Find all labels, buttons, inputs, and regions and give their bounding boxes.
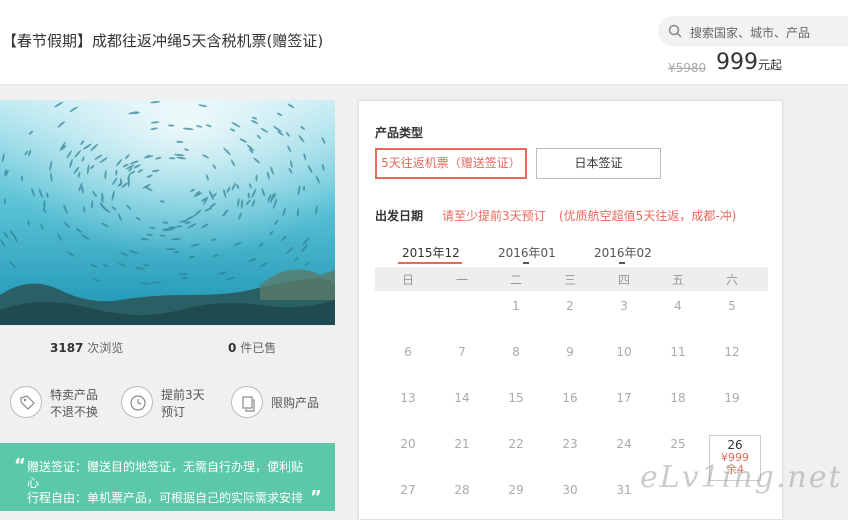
close-quote: ” xyxy=(310,487,322,508)
header-divider xyxy=(0,84,848,85)
weekday: 三 xyxy=(563,273,576,287)
calendar-day: 28 xyxy=(454,483,470,497)
calendar-day: 23 xyxy=(562,437,578,451)
tag-icon xyxy=(10,386,42,418)
search-icon xyxy=(668,24,682,38)
feature-line1: 特卖产品 xyxy=(50,388,99,402)
feature-text: 提前3天预订 xyxy=(161,387,205,421)
page-title: 【春节假期】成都往返冲绳5天含税机票(赠签证) xyxy=(2,32,324,50)
calendar-day: 18 xyxy=(670,391,686,405)
promo-line1: 赠送签证：赠送目的地签证，无需自行办理，便利贴 xyxy=(27,460,304,474)
price: 999元起 xyxy=(716,50,782,75)
clock-icon xyxy=(121,386,153,418)
calendar-day: 1 xyxy=(512,299,520,313)
open-quote: “ xyxy=(14,455,26,476)
promo-box: “ 赠送签证：赠送目的地签证，无需自行办理，便利贴 心 行程自由：单机票产品，可… xyxy=(0,443,335,511)
product-image xyxy=(0,100,335,325)
copy-icon xyxy=(231,386,263,418)
calendar-day: 17 xyxy=(616,391,632,405)
calendar-day: 24 xyxy=(616,437,632,451)
feature-line2: 预订 xyxy=(161,405,186,419)
calendar-day: 8 xyxy=(512,345,520,359)
promo-line2: 行程自由：单机票产品，可根据自己的实际需求安排 xyxy=(27,491,304,505)
booking-panel: 产品类型 5天往返机票（赠送签证） 日本签证 出发日期 请至少提前3天预订 (优… xyxy=(358,100,783,520)
sold-count: 0 xyxy=(228,341,237,355)
calendar-day: 11 xyxy=(670,345,686,359)
views-label: 次浏览 xyxy=(87,341,124,355)
feature-list: 特卖产品不退不换 提前3天预订 限购产品 xyxy=(0,372,335,432)
feature-text: 特卖产品 不退不换 xyxy=(50,387,98,421)
sold-label: 件已售 xyxy=(240,341,277,355)
calendar-day: 6 xyxy=(404,345,412,359)
views-count: 3187 xyxy=(50,341,84,355)
route-note: (优质航空超值5天往返，成都-冲) xyxy=(559,209,737,223)
product-type-label: 产品类型 xyxy=(375,126,424,140)
fish-shape xyxy=(165,248,177,251)
weekday: 二 xyxy=(509,273,522,287)
watermark: eLv1ing.net xyxy=(640,460,843,495)
calendar-day: 19 xyxy=(724,391,740,405)
calendar-day: 25 xyxy=(670,437,686,451)
month-tab-active[interactable]: 2015年12 xyxy=(402,244,460,261)
month-marker xyxy=(523,262,529,264)
weekday-header: 日 一 二 三 四 五 六 xyxy=(375,267,768,291)
calendar-day: 15 xyxy=(508,391,524,405)
feature-line2: 不退不换 xyxy=(50,405,99,419)
calendar-day: 5 xyxy=(728,299,736,313)
month-marker xyxy=(619,262,625,264)
calendar-day: 27 xyxy=(400,483,416,497)
sold-stat: 0 件已售 xyxy=(228,339,276,356)
option-japan-visa[interactable]: 日本签证 xyxy=(536,148,661,179)
departure-date-label: 出发日期 xyxy=(375,209,424,223)
calendar-day: 3 xyxy=(620,299,628,313)
month-tab[interactable]: 2016年02 xyxy=(594,244,652,261)
price-value: 999 xyxy=(716,50,758,75)
feature-line1: 提前3天 xyxy=(161,388,205,402)
calendar-day: 20 xyxy=(400,437,416,451)
calendar-day: 10 xyxy=(616,345,632,359)
views-stat: 3187 次浏览 xyxy=(50,339,123,356)
calendar-day: 7 xyxy=(458,345,466,359)
month-marker xyxy=(427,262,433,264)
calendar-day: 9 xyxy=(566,345,574,359)
calendar-day: 29 xyxy=(508,483,524,497)
calendar-day: 2 xyxy=(566,299,574,313)
search-box[interactable]: 搜索国家、城市、产品 xyxy=(658,16,848,46)
top-bar: 【春节假期】成都往返冲绳5天含税机票(赠签证) 搜索国家、城市、产品 ¥5980… xyxy=(0,0,848,84)
weekday: 一 xyxy=(455,273,468,287)
calendar-day: 13 xyxy=(400,391,416,405)
fish-shape xyxy=(303,185,305,191)
stats-bar: 3187 次浏览 0 件已售 xyxy=(0,325,335,370)
original-price: ¥5980 xyxy=(668,61,707,75)
option-flight-visa[interactable]: 5天往返机票（赠送签证） xyxy=(375,148,527,179)
price-unit: 元起 xyxy=(758,58,783,72)
search-placeholder: 搜索国家、城市、产品 xyxy=(690,26,811,40)
calendar-day: 14 xyxy=(454,391,470,405)
calendar-day: 22 xyxy=(508,437,524,451)
month-tab[interactable]: 2016年01 xyxy=(498,244,556,261)
calendar-day: 12 xyxy=(724,345,740,359)
weekday: 六 xyxy=(725,273,738,287)
feature-text: 限购产品 xyxy=(271,396,320,410)
calendar-day: 16 xyxy=(562,391,578,405)
weekday: 四 xyxy=(617,273,630,287)
calendar-day: 30 xyxy=(562,483,578,497)
weekday: 日 xyxy=(401,273,414,287)
advance-notice: 请至少提前3天预订 xyxy=(442,209,546,223)
day-number: 26 xyxy=(727,438,743,452)
weekday: 五 xyxy=(671,273,684,287)
calendar-day: 21 xyxy=(454,437,470,451)
calendar-day: 4 xyxy=(674,299,682,313)
